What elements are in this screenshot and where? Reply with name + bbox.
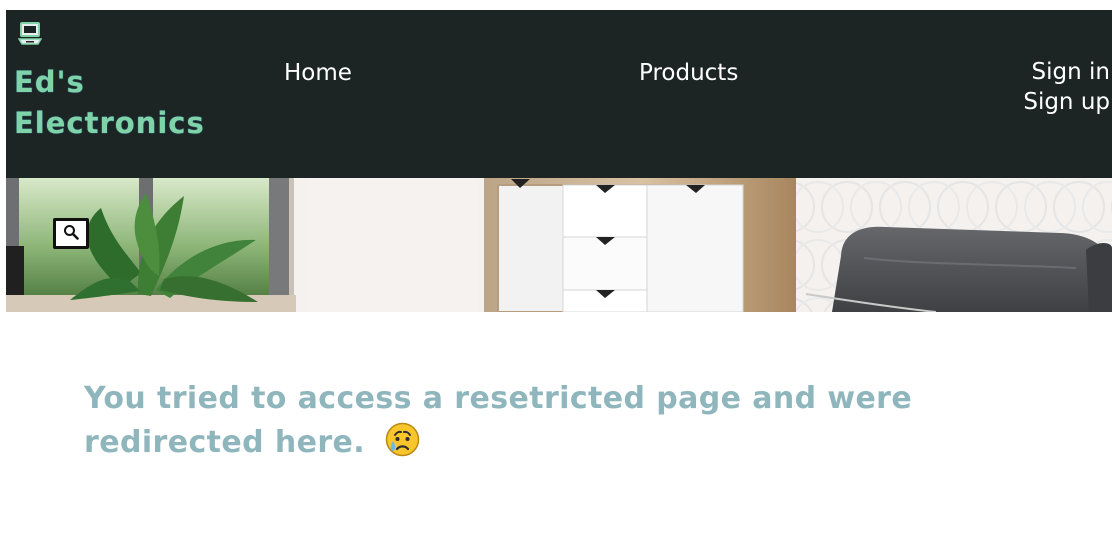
sign-in-link[interactable]: Sign in <box>1018 57 1110 87</box>
auth-links: Sign in Sign up <box>1018 57 1110 117</box>
nav-home-link[interactable]: Home <box>284 58 352 89</box>
site-name: Ed's Electronics <box>14 65 205 140</box>
sad-tear-face-emoji-icon <box>384 421 421 458</box>
search-button[interactable] <box>53 218 89 249</box>
restricted-page-message: You tried to access a resetricted page a… <box>84 377 1004 465</box>
restricted-page-message-text: You tried to access a resetricted page a… <box>84 381 913 461</box>
laptop-icon <box>17 22 43 48</box>
living-room-banner-image <box>6 178 1112 312</box>
hero-banner <box>6 178 1112 312</box>
restricted-redirect-page: Ed's Electronics Home Products Sign in S… <box>0 0 1112 558</box>
nav-products-link[interactable]: Products <box>639 58 738 89</box>
site-header: Ed's Electronics Home Products Sign in S… <box>6 10 1112 178</box>
sign-up-link[interactable]: Sign up <box>1018 87 1110 117</box>
brand[interactable]: Ed's Electronics <box>14 22 234 162</box>
magnifying-glass-icon <box>63 224 79 243</box>
